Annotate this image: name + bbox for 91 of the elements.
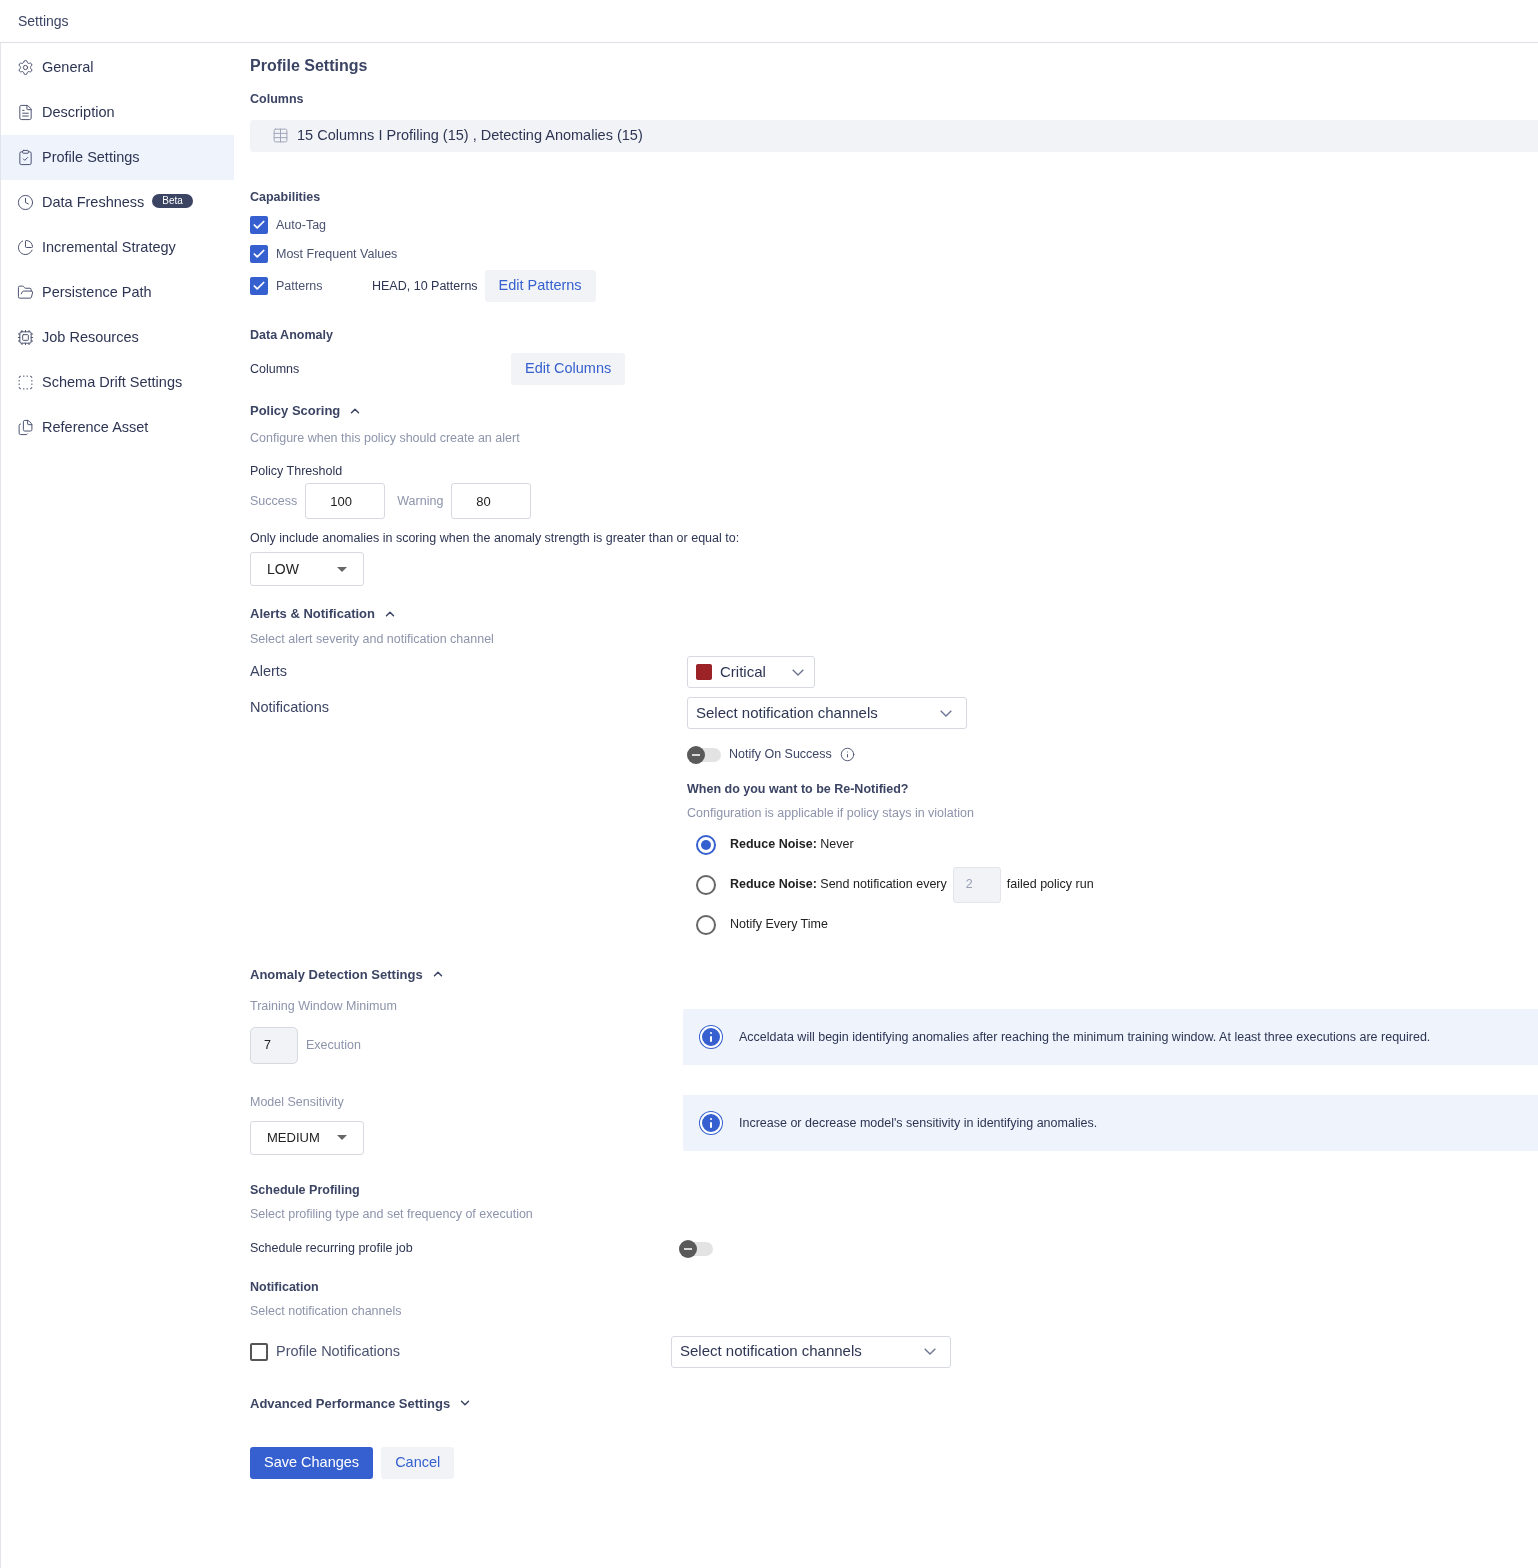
strength-dropdown[interactable]: LOW (250, 552, 364, 586)
chevron-down-icon (940, 709, 952, 717)
sensitivity-dropdown[interactable]: MEDIUM (250, 1120, 364, 1155)
training-input[interactable]: 7 (250, 1026, 298, 1064)
checkbox-label: Auto-Tag (276, 216, 328, 234)
sidebar-item[interactable]: Reference Asset (1, 405, 234, 450)
section-title: Alerts & Notification (250, 605, 375, 623)
radio-label: Notify Every Time (730, 916, 828, 934)
section-title: Notification (250, 1279, 320, 1296)
columns-summary-bar: 15 Columns I Profiling (15) , Detecting Anomalies (15) (250, 119, 1538, 152)
table-icon (272, 127, 289, 145)
field-label: Schedule recurring profile job (250, 1240, 414, 1258)
radio-button[interactable] (696, 834, 716, 855)
strength-note: Only include anomalies in scoring when the anomaly strength is greater than or equal to: (250, 530, 741, 548)
checkbox[interactable] (250, 277, 268, 295)
radio-suffix: failed policy run (1006, 876, 1094, 894)
radio-button[interactable] (696, 914, 716, 935)
sidebar-item[interactable]: Incremental Strategy (1, 225, 234, 270)
field-label: Columns (250, 360, 301, 378)
unit-label: Execution (306, 1036, 361, 1054)
toggle-switch[interactable] (687, 747, 721, 762)
section-title: Schedule Profiling (250, 1181, 361, 1199)
field-label: Columns (250, 91, 305, 108)
edit-columns-button[interactable]: Edit Columns (511, 353, 626, 386)
channel-dropdown[interactable]: Select notification channels (687, 697, 967, 730)
section-title: Anomaly Detection Settings (250, 965, 423, 984)
section-title: Advanced Performance Settings (250, 1394, 451, 1413)
checkbox-label: Patterns (276, 277, 324, 295)
section-title: Capabilities (250, 188, 322, 206)
clock-icon (17, 194, 34, 211)
sidebar-item[interactable]: General (1, 45, 234, 90)
radio-label: Reduce Noise: Send notification every (730, 876, 947, 894)
section-description: Select profiling type and set frequency of execution (250, 1205, 534, 1223)
checkbox[interactable] (250, 1342, 268, 1361)
cancel-button[interactable]: Cancel (381, 1447, 455, 1479)
radio-label: Reduce Noise: Never (730, 836, 854, 854)
sidebar-item[interactable]: Profile Settings (1, 135, 234, 180)
chevron-down-icon (924, 1348, 936, 1355)
section-description: Select alert severity and notification channel (250, 630, 495, 648)
dashed-square-icon (17, 374, 34, 391)
page-title: Settings (18, 11, 69, 31)
chip-icon (17, 329, 34, 346)
sidebar-item[interactable]: Description (1, 90, 234, 135)
info-text: Increase or decrease model's sensitivity in identifying anomalies. (739, 1114, 1098, 1132)
files-icon (17, 419, 34, 436)
sidebar-item[interactable]: Schema Drift Settings (1, 360, 234, 405)
patterns-summary: HEAD, 10 Patterns (372, 277, 478, 295)
checkbox[interactable] (250, 216, 268, 234)
checkbox-label: Most Frequent Values (276, 245, 398, 263)
settings-icon (17, 59, 34, 76)
check-icon (252, 218, 266, 232)
save-button[interactable]: Save Changes (250, 1447, 374, 1479)
folder-icon (17, 284, 34, 301)
question-description: Configuration is applicable if policy stays in violation (687, 804, 975, 822)
edit-patterns-button[interactable]: Edit Patterns (484, 270, 596, 302)
section-title: Policy Scoring (250, 402, 341, 421)
sidebar-item[interactable]: Persistence Path (1, 270, 234, 315)
field-label: Policy Threshold (250, 462, 344, 480)
info-text: Acceldata will begin identifying anomalies after reaching the minimum training window. At least three executions are required. (739, 1028, 1431, 1046)
section-title: Data Anomaly (250, 326, 334, 344)
info-icon (839, 747, 855, 763)
clipboard-icon (17, 149, 34, 166)
sidebar-item[interactable]: Job Resources (1, 315, 234, 360)
section-heading: Profile Settings (250, 56, 369, 76)
field-label: Warning (397, 492, 444, 510)
section-description: Configure when this policy should create an alert (250, 429, 521, 447)
field-label: Notifications (250, 698, 330, 718)
document-icon (17, 104, 34, 121)
toggle-switch[interactable] (679, 1241, 713, 1256)
info-icon (699, 1025, 723, 1049)
section-description: Select notification channels (250, 1302, 403, 1320)
check-icon (252, 247, 266, 261)
checkbox-label: Profile Notifications (276, 1341, 401, 1361)
field-label: Success (250, 492, 298, 510)
check-icon (252, 279, 266, 293)
radio-button[interactable] (696, 874, 716, 895)
field-label: Model Sensitivity (250, 1094, 345, 1111)
field-label: Training Window Minimum (250, 998, 398, 1015)
question-title: When do you want to be Re-Notified? (687, 781, 910, 798)
threshold-input[interactable]: 80 (451, 483, 532, 520)
pie-chart-icon (17, 239, 34, 256)
field-label: Alerts (250, 662, 289, 682)
checkbox[interactable] (250, 245, 268, 263)
sidebar-item[interactable]: Data Freshness Beta (1, 180, 234, 225)
threshold-input[interactable]: 100 (305, 483, 386, 520)
chevron-down-icon (792, 668, 804, 676)
severity-dropdown[interactable]: Critical (687, 656, 815, 689)
beta-badge: Beta (152, 193, 193, 208)
channel-dropdown[interactable]: Select notification channels (671, 1335, 951, 1368)
info-icon (699, 1111, 723, 1135)
toggle-label: Notify On Success (729, 746, 832, 764)
